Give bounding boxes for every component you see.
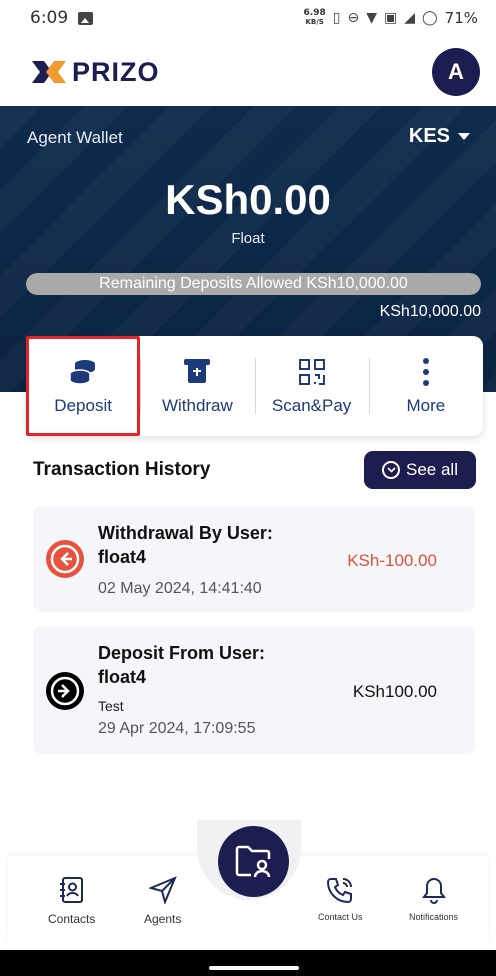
- more-vertical-icon: [410, 356, 442, 388]
- contacts-icon: [59, 877, 83, 903]
- transaction-type: Deposit From User:: [98, 643, 266, 663]
- transaction-amount: KSh-100.00: [347, 551, 437, 570]
- transaction-title: Withdrawal By User: float4: [98, 521, 273, 569]
- net-speed: 6.98 KB/S: [304, 9, 326, 27]
- transaction-user: float4: [98, 667, 147, 687]
- see-all-button[interactable]: See all: [364, 451, 476, 489]
- coins-icon: [67, 356, 99, 388]
- transaction-row[interactable]: Withdrawal By User: float4 02 May 2024, …: [33, 506, 475, 612]
- transaction-row[interactable]: Deposit From User: float4 Test 29 Apr 20…: [33, 626, 475, 754]
- vibrate-icon: ▯: [332, 10, 341, 26]
- signal-icon: ◢: [404, 10, 415, 26]
- more-button[interactable]: More: [368, 336, 483, 436]
- balance-caption: Float: [231, 230, 265, 247]
- arrow-left-circle-icon: [46, 540, 84, 578]
- volte-icon: ▣: [383, 10, 398, 26]
- system-navigation-bar: [0, 950, 496, 976]
- withdraw-label: Withdraw: [161, 396, 233, 415]
- status-time: 6:09: [30, 8, 69, 28]
- nav-contact-us-label: Contact Us: [318, 912, 363, 922]
- currency-value: KES: [408, 125, 450, 147]
- nav-notifications-label: Notifications: [409, 912, 459, 922]
- arrow-right-circle-icon: [46, 672, 84, 710]
- customer-folder-button[interactable]: [218, 826, 289, 897]
- deposit-limit-progress: Remaining Deposits Allowed KSh10,000.00: [26, 273, 481, 295]
- nav-contact-us[interactable]: Contact Us: [318, 876, 363, 922]
- net-speed-unit: KB/S: [305, 18, 324, 26]
- atm-withdraw-icon: [181, 356, 213, 388]
- gallery-notification-icon: [78, 11, 94, 25]
- deposit-limit-value: KSh10,000.00: [379, 303, 481, 320]
- net-speed-value: 6.98: [303, 8, 326, 18]
- see-all-label: See all: [406, 460, 458, 479]
- battery-icon: ◯: [421, 10, 438, 26]
- nav-contacts-label: Contacts: [48, 912, 96, 926]
- more-label: More: [406, 396, 446, 415]
- wallet-label: Agent Wallet: [27, 128, 123, 147]
- chevron-down-icon: [458, 133, 470, 140]
- transaction-user: float4: [98, 547, 147, 567]
- wallet-balance: KSh0.00: [165, 176, 331, 223]
- home-gesture-handle[interactable]: [209, 966, 299, 970]
- nav-agents[interactable]: Agents: [144, 876, 181, 926]
- brand-name: PRIZO: [72, 56, 160, 87]
- scan-pay-button[interactable]: Scan&Pay: [254, 336, 369, 436]
- prizo-logo-icon: [32, 61, 66, 83]
- send-icon: [148, 876, 177, 904]
- deposit-button[interactable]: Deposit: [26, 336, 141, 436]
- transaction-title: Deposit From User: float4: [98, 641, 265, 689]
- scan-pay-label: Scan&Pay: [271, 396, 352, 415]
- bell-icon: [421, 877, 446, 904]
- currency-selector[interactable]: KES: [409, 125, 470, 148]
- quick-actions: Deposit Withdraw Scan&Pay More: [26, 336, 483, 436]
- transaction-note: Test: [98, 698, 124, 714]
- battery-level: 71%: [444, 9, 478, 27]
- transaction-date: 29 Apr 2024, 17:09:55: [98, 720, 256, 737]
- chevron-down-circle-icon: [382, 461, 400, 479]
- nav-notifications[interactable]: Notifications: [409, 876, 458, 922]
- dnd-icon: ⊖: [347, 10, 360, 26]
- status-bar: 6:09 6.98 KB/S ▯ ⊖ ▼ ▣ ◢ ◯ 71%: [0, 0, 496, 36]
- transaction-type: Withdrawal By User:: [98, 523, 273, 543]
- deposit-label: Deposit: [54, 396, 112, 415]
- folder-user-icon: [235, 845, 270, 877]
- nav-contacts[interactable]: Contacts: [48, 876, 95, 926]
- wifi-icon: ▼: [366, 10, 377, 26]
- transaction-date: 02 May 2024, 14:41:40: [98, 580, 262, 597]
- transaction-history-title: Transaction History: [33, 459, 211, 480]
- withdraw-button[interactable]: Withdraw: [140, 336, 254, 436]
- prizo-logo: PRIZO: [30, 57, 160, 88]
- qr-code-icon: [296, 356, 328, 388]
- avatar[interactable]: A: [432, 48, 480, 96]
- nav-agents-label: Agents: [144, 912, 182, 926]
- phone-icon: [327, 878, 353, 904]
- remaining-deposits-text: Remaining Deposits Allowed KSh10,000.00: [99, 275, 408, 292]
- app-header: PRIZO A: [0, 42, 496, 102]
- transaction-amount: KSh100.00: [352, 682, 437, 701]
